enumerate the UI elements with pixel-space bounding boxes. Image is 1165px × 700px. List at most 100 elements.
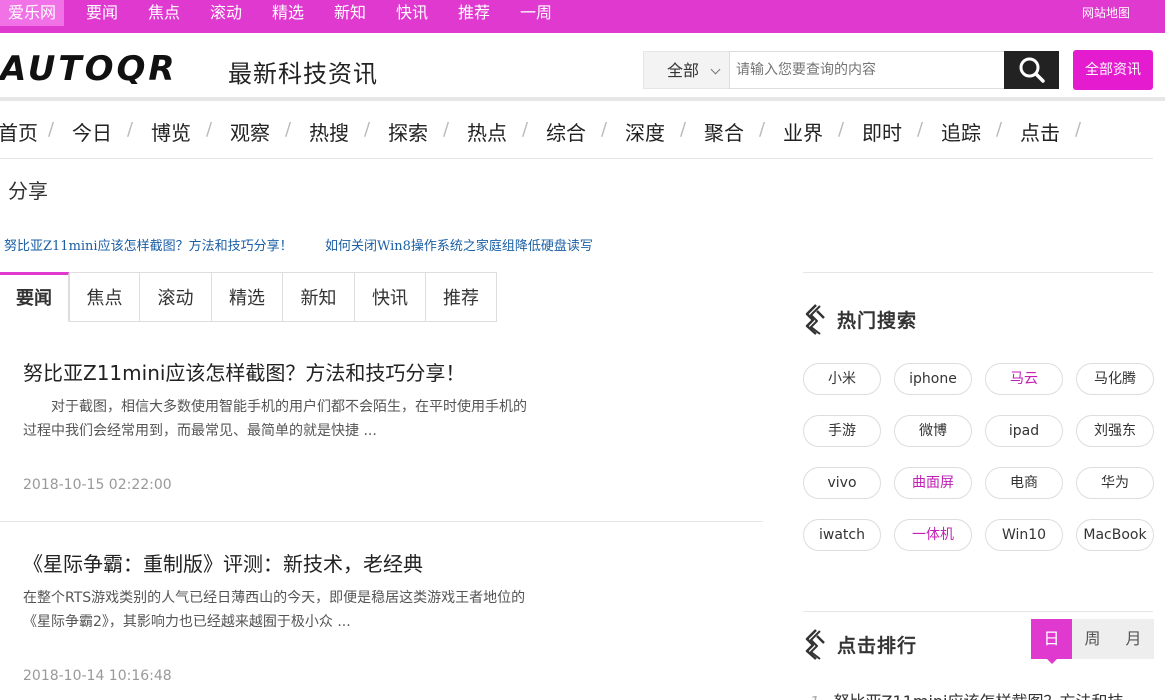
mainnav-item[interactable]: 聚合 — [704, 117, 744, 146]
mainnav-item[interactable]: 即时 — [862, 117, 902, 146]
topbar-item-gundong[interactable]: 滚动 — [210, 0, 242, 26]
hot-tag[interactable]: iphone — [894, 363, 972, 395]
topbar-item-yaowen[interactable]: 要闻 — [86, 0, 118, 26]
article-desc: 对于截图，相信大多数使用智能手机的用户们都不会陌生，在平时使用手机的过程中我们会… — [23, 399, 527, 439]
nav-separator: / — [48, 119, 55, 140]
nav-separator: / — [601, 119, 608, 140]
article-title[interactable]: 努比亚Z11mini应该怎样截图？方法和技巧分享！ — [23, 357, 465, 386]
search-scope-value: 全部 — [667, 61, 700, 80]
tab-pointer-icon — [1047, 659, 1057, 664]
nav-separator: / — [206, 119, 213, 140]
hot-tag[interactable]: 电商 — [985, 467, 1063, 499]
header-divider — [0, 97, 1165, 101]
nav-separator: / — [443, 119, 450, 140]
hot-tag[interactable]: ipad — [985, 415, 1063, 447]
nav-separator: / — [996, 119, 1003, 140]
rank-item-title: 努比亚Z11mini应该怎样截图？方法和技 — [834, 692, 1124, 700]
nav-separator: / — [759, 119, 766, 140]
hot-tag[interactable]: 一体机 — [894, 519, 972, 551]
nav-separator: / — [127, 119, 134, 140]
mainnav-item[interactable]: 点击 — [1020, 117, 1060, 146]
sitemap-link[interactable]: 网站地图 — [1082, 4, 1130, 21]
mainnav-item[interactable]: 今日 — [72, 117, 112, 146]
hot-tag[interactable]: 华为 — [1076, 467, 1154, 499]
rank-icon — [805, 629, 825, 660]
hot-tag[interactable]: 微博 — [894, 415, 972, 447]
hot-search-title: 热门搜索 — [837, 309, 918, 332]
mainnav-item[interactable]: 业界 — [783, 117, 823, 146]
hot-tag[interactable]: 手游 — [803, 415, 881, 447]
site-slogan: 最新科技资讯 — [228, 60, 378, 88]
rank-heading: 点击排行 — [803, 628, 917, 660]
nav-separator: / — [364, 119, 371, 140]
rank-number: 1 — [810, 693, 820, 700]
rank-tab-week[interactable]: 周 — [1072, 619, 1113, 659]
hot-tag[interactable]: vivo — [803, 467, 881, 499]
nav-separator: / — [838, 119, 845, 140]
mainnav-item[interactable]: 博览 — [151, 117, 191, 146]
topbar-item-yizhou[interactable]: 一周 — [520, 0, 552, 26]
nav-separator: / — [522, 119, 529, 140]
sidebar-divider — [803, 611, 1153, 612]
top-bar: 爱乐网 要闻 焦点 滚动 精选 新知 快讯 推荐 一周 网站地图 — [0, 0, 1165, 33]
tab-tuijian[interactable]: 推荐 — [426, 272, 497, 322]
hot-tag[interactable]: 曲面屏 — [894, 467, 972, 499]
site-logo[interactable]: AUTOQR — [0, 52, 210, 84]
mainnav-item[interactable]: 探索 — [388, 117, 428, 146]
tab-kuaixun[interactable]: 快讯 — [355, 272, 426, 322]
topbar-item-kuaixun[interactable]: 快讯 — [396, 0, 428, 26]
hot-search-icon — [805, 304, 825, 335]
nav-separator: / — [680, 119, 687, 140]
hot-tag[interactable]: 马化腾 — [1076, 363, 1154, 395]
search-icon — [1019, 57, 1045, 83]
tab-xinzhi[interactable]: 新知 — [283, 272, 355, 322]
section-title: 分享 — [8, 179, 48, 203]
topbar-site-name[interactable]: 爱乐网 — [0, 0, 65, 26]
topbar-item-xinzhi[interactable]: 新知 — [334, 0, 366, 26]
tab-jingxuan[interactable]: 精选 — [212, 272, 283, 322]
topbar-item-jingxuan[interactable]: 精选 — [272, 0, 304, 26]
rank-tab-day[interactable]: 日 — [1031, 619, 1072, 664]
mainnav-item[interactable]: 热点 — [467, 117, 507, 146]
nav-divider — [0, 158, 1153, 159]
search-scope-select[interactable]: 全部 — [643, 51, 730, 89]
rank-title: 点击排行 — [837, 634, 918, 657]
topbar-item-tuijian[interactable]: 推荐 — [458, 0, 490, 26]
article-title[interactable]: 《星际争霸：重制版》评测：新技术，老经典 — [23, 548, 423, 577]
sidebar-divider — [803, 272, 1153, 273]
nav-separator: / — [285, 119, 292, 140]
tab-jiaodian[interactable]: 焦点 — [69, 272, 140, 322]
nav-separator: / — [917, 119, 924, 140]
mainnav-item[interactable]: 热搜 — [309, 117, 349, 146]
article-desc: 在整个RTS游戏类别的人气已经日薄西山的今天，即便是稳居这类游戏王者地位的《星际… — [23, 590, 526, 630]
hot-tag[interactable]: 马云 — [985, 363, 1063, 395]
topbar-item-jiaodian[interactable]: 焦点 — [148, 0, 180, 26]
search-button[interactable] — [1004, 51, 1059, 89]
rank-tab-label: 日 — [1043, 629, 1060, 648]
tab-gundong[interactable]: 滚动 — [140, 272, 212, 322]
chevron-down-icon — [710, 64, 721, 75]
mainnav-item[interactable]: 深度 — [625, 117, 665, 146]
all-news-button[interactable]: 全部资讯 — [1073, 50, 1153, 90]
hot-tag[interactable]: 小米 — [803, 363, 881, 395]
article-time: 2018-10-15 02:22:00 — [23, 477, 172, 493]
logo-text: AUTOQR — [0, 52, 178, 84]
tab-yaowen[interactable]: 要闻 — [0, 272, 69, 322]
hot-tag[interactable]: iwatch — [803, 519, 881, 551]
mainnav-item[interactable]: 观察 — [230, 117, 270, 146]
featured-link[interactable]: 如何关闭Win8操作系统之家庭组降低硬盘读写 — [325, 235, 593, 254]
hot-tag[interactable]: MacBook — [1076, 519, 1154, 551]
hot-search-heading: 热门搜索 — [803, 303, 917, 335]
article-divider — [0, 521, 763, 522]
rank-tab-month[interactable]: 月 — [1113, 619, 1154, 659]
hot-tag[interactable]: 刘强东 — [1076, 415, 1154, 447]
hot-tag[interactable]: Win10 — [985, 519, 1063, 551]
mainnav-item[interactable]: 综合 — [546, 117, 586, 146]
search-input[interactable] — [729, 51, 1005, 89]
mainnav-item[interactable]: 首页 — [0, 117, 38, 146]
mainnav-item[interactable]: 追踪 — [941, 117, 981, 146]
nav-separator: / — [1075, 119, 1082, 140]
featured-link[interactable]: 努比亚Z11mini应该怎样截图？方法和技巧分享！ — [4, 235, 293, 254]
rank-item[interactable]: 1 努比亚Z11mini应该怎样截图？方法和技 — [810, 688, 1124, 700]
article-time: 2018-10-14 10:16:48 — [23, 668, 172, 684]
